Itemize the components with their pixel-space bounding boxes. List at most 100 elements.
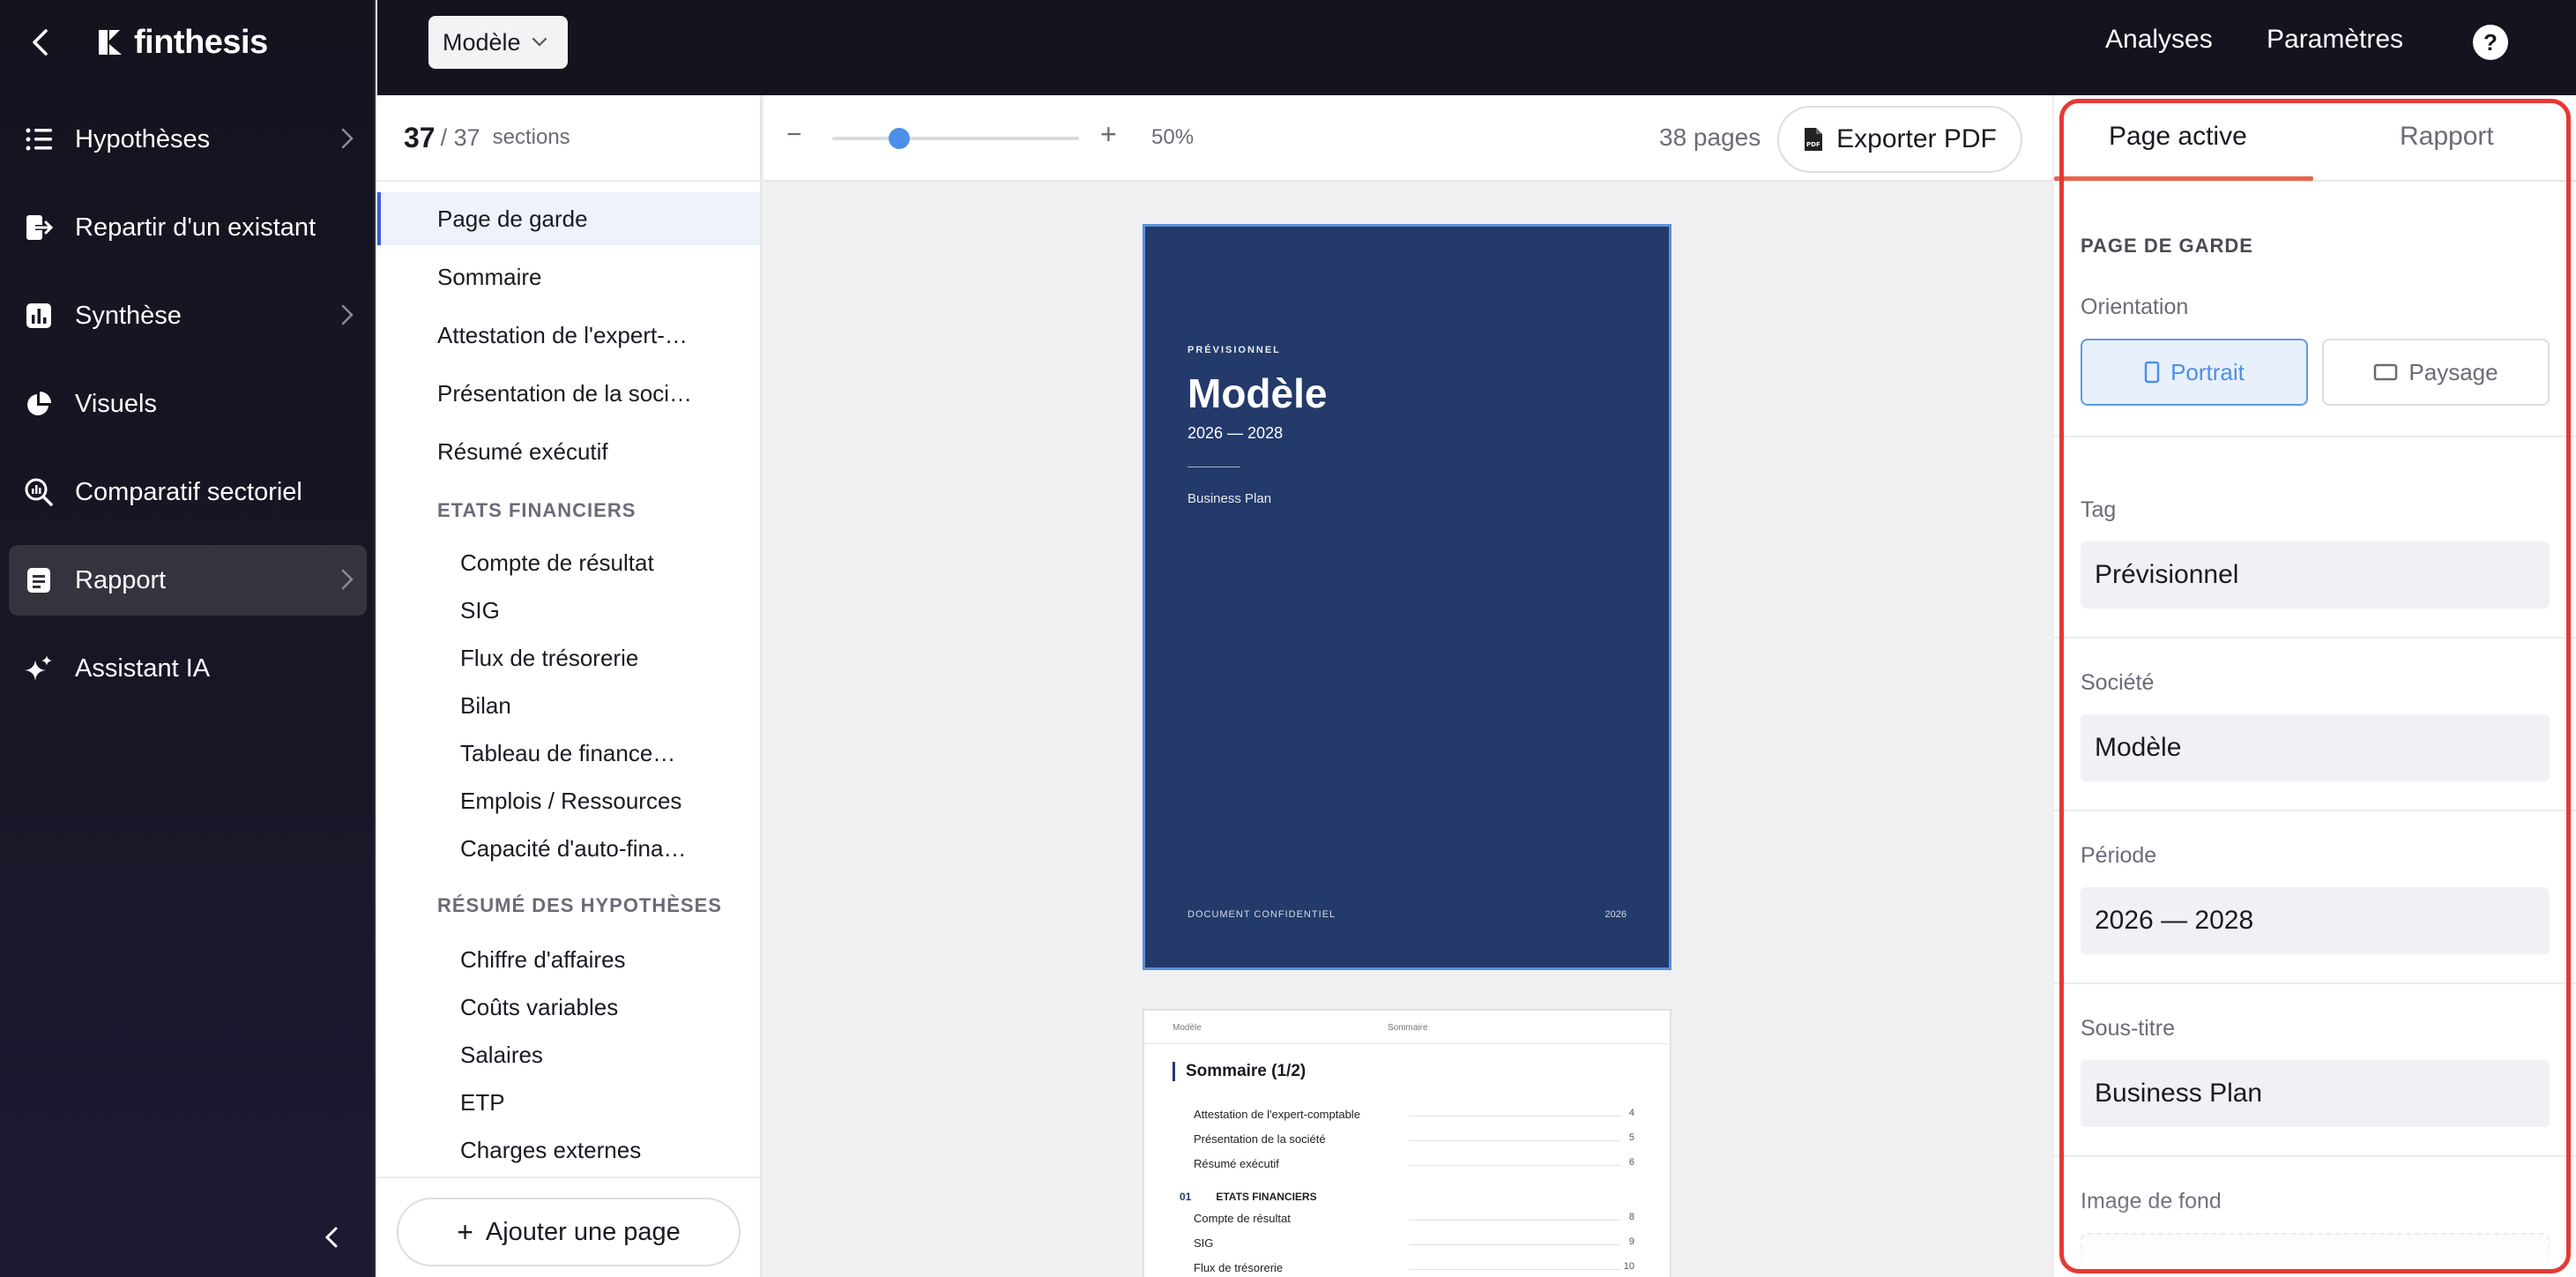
toc-dots bbox=[1409, 1269, 1620, 1270]
toc-dots bbox=[1409, 1220, 1620, 1221]
section-label: Tableau de finance… bbox=[460, 739, 676, 766]
chevron-right-icon bbox=[341, 128, 354, 149]
tag-input[interactable] bbox=[2081, 541, 2550, 609]
section-item-couts-variables[interactable]: Coûts variables bbox=[377, 981, 760, 1034]
chevron-left-icon bbox=[33, 29, 48, 56]
sidebar-item-visuels[interactable]: Visuels bbox=[9, 369, 367, 439]
cover-title: Modèle bbox=[1187, 370, 1328, 416]
toc-header: Modèle Sommaire bbox=[1144, 1011, 1670, 1044]
toc-row: Présentation de la société 5 bbox=[1194, 1132, 1634, 1146]
divider bbox=[2054, 982, 2576, 984]
cover-footer: DOCUMENT CONFIDENTIEL bbox=[1187, 909, 1336, 920]
section-item-tableau-financement[interactable]: Tableau de finance… bbox=[377, 727, 760, 780]
section-item-sig[interactable]: SIG bbox=[377, 584, 760, 637]
section-heading: PAGE DE GARDE bbox=[2081, 235, 2253, 257]
topbar: Modèle Analyses Paramètres ? bbox=[377, 0, 2576, 95]
section-item-attestation[interactable]: Attestation de l'expert-… bbox=[377, 309, 760, 362]
section-item-etp[interactable]: ETP bbox=[377, 1076, 760, 1129]
section-item-resume-executif[interactable]: Résumé exécutif bbox=[377, 425, 760, 478]
section-item-presentation[interactable]: Présentation de la soci… bbox=[377, 367, 760, 420]
app-logo[interactable]: finthesis bbox=[97, 24, 268, 62]
section-item-compte-de-resultat[interactable]: Compte de résultat bbox=[377, 536, 760, 589]
sidebar-item-comparatif[interactable]: Comparatif sectoriel bbox=[9, 457, 367, 527]
section-label: Salaires bbox=[460, 1041, 543, 1068]
plus-icon: + bbox=[457, 1215, 473, 1248]
divider bbox=[2054, 637, 2576, 638]
cover-period: 2026 — 2028 bbox=[1187, 424, 1284, 442]
zoom-value: 50% bbox=[1151, 125, 1195, 149]
section-item-sommaire[interactable]: Sommaire bbox=[377, 250, 760, 303]
cover-page-preview[interactable]: PRÉVISIONNEL Modèle 2026 — 2028 Business… bbox=[1143, 224, 1671, 970]
zoom-in-button[interactable]: + bbox=[1100, 118, 1117, 151]
sidebar-item-label: Rapport bbox=[75, 565, 167, 594]
toc-row-page: 8 bbox=[1628, 1212, 1634, 1222]
sections-footer: + Ajouter une page bbox=[377, 1176, 760, 1277]
section-item-emplois-ressources[interactable]: Emplois / Ressources bbox=[377, 774, 760, 827]
sidebar-item-hypotheses[interactable]: Hypothèses bbox=[9, 104, 367, 175]
section-item-page-de-garde[interactable]: Page de garde bbox=[377, 192, 760, 245]
tab-underline bbox=[2054, 176, 2313, 181]
toc-row: Flux de trésorerie 10 bbox=[1194, 1261, 1634, 1274]
settings-link[interactable]: Paramètres bbox=[2267, 25, 2403, 55]
preview-area[interactable]: PRÉVISIONNEL Modèle 2026 — 2028 Business… bbox=[763, 183, 2052, 1277]
cover-tag: PRÉVISIONNEL bbox=[1187, 345, 1281, 355]
section-label: Sommaire bbox=[437, 263, 542, 290]
landscape-button[interactable]: Paysage bbox=[2322, 339, 2550, 406]
portrait-button[interactable]: Portrait bbox=[2081, 339, 2308, 406]
soustitre-input[interactable] bbox=[2081, 1060, 2550, 1127]
sidebar-nav: Hypothèses Repartir d'un existant Synthè… bbox=[0, 104, 376, 721]
model-select[interactable]: Modèle bbox=[428, 16, 568, 69]
toc-row-label: Compte de résultat bbox=[1194, 1212, 1291, 1225]
periode-input[interactable] bbox=[2081, 887, 2550, 954]
cover-year: 2026 bbox=[1604, 909, 1627, 920]
section-label: Compte de résultat bbox=[460, 549, 654, 576]
sidebar-item-assistant[interactable]: Assistant IA bbox=[9, 633, 367, 704]
section-item-charges-externes[interactable]: Charges externes bbox=[377, 1124, 760, 1176]
toc-row-page: 6 bbox=[1628, 1157, 1634, 1168]
zoom-slider-thumb[interactable] bbox=[889, 128, 910, 149]
sidebar-item-repartir[interactable]: Repartir d'un existant bbox=[9, 192, 367, 263]
section-label: Charges externes bbox=[460, 1136, 642, 1163]
search-chart-icon bbox=[16, 469, 62, 515]
sidebar-item-label: Hypothèses bbox=[75, 124, 211, 153]
societe-input[interactable] bbox=[2081, 714, 2550, 781]
document-icon bbox=[16, 557, 62, 603]
cover-subtitle: Business Plan bbox=[1187, 491, 1272, 506]
tag-label: Tag bbox=[2081, 497, 2117, 522]
export-pdf-button[interactable]: PDF Exporter PDF bbox=[1777, 106, 2022, 173]
help-button[interactable]: ? bbox=[2473, 25, 2508, 60]
zoom-slider-track[interactable] bbox=[832, 137, 1079, 140]
collapse-sidebar-button[interactable] bbox=[314, 1215, 349, 1259]
toc-row-label: Attestation de l'expert-comptable bbox=[1194, 1108, 1360, 1121]
sidebar-item-label: Repartir d'un existant bbox=[75, 213, 316, 242]
section-item-capacite-autofinancement[interactable]: Capacité d'auto-fina… bbox=[377, 822, 760, 875]
tab-rapport[interactable]: Rapport bbox=[2400, 122, 2494, 152]
logo-text: finthesis bbox=[134, 23, 268, 61]
sidebar-item-rapport[interactable]: Rapport bbox=[9, 545, 367, 616]
toc-row: SIG 9 bbox=[1194, 1236, 1634, 1250]
properties-tabs: Page active Rapport bbox=[2054, 95, 2576, 182]
sections-list: Page de garde Sommaire Attestation de l'… bbox=[377, 182, 760, 1265]
bar-chart-icon bbox=[16, 293, 62, 339]
sidebar-item-synthese[interactable]: Synthèse bbox=[9, 280, 367, 351]
import-icon bbox=[16, 205, 62, 250]
toc-dots bbox=[1409, 1140, 1620, 1141]
sections-header: 37 / 37 sections bbox=[377, 95, 760, 182]
toc-row-label: SIG bbox=[1194, 1236, 1214, 1250]
section-item-bilan[interactable]: Bilan bbox=[377, 679, 760, 732]
section-item-chiffre-affaires[interactable]: Chiffre d'affaires bbox=[377, 933, 760, 986]
landscape-icon bbox=[2374, 363, 2398, 381]
analyses-link[interactable]: Analyses bbox=[2105, 25, 2213, 55]
sparkle-icon bbox=[16, 646, 62, 691]
section-label: Résumé exécutif bbox=[437, 437, 608, 465]
zoom-out-button[interactable]: − bbox=[786, 120, 802, 150]
section-item-flux-tresorerie[interactable]: Flux de trésorerie bbox=[377, 631, 760, 684]
back-button[interactable] bbox=[14, 16, 67, 69]
toc-page-preview[interactable]: Modèle Sommaire Sommaire (1/2) Attestati… bbox=[1143, 1009, 1671, 1277]
tab-page-active[interactable]: Page active bbox=[2109, 122, 2247, 152]
section-label: Coûts variables bbox=[460, 993, 619, 1020]
add-page-button[interactable]: + Ajouter une page bbox=[397, 1198, 741, 1266]
chevron-down-icon bbox=[532, 37, 547, 47]
section-item-salaires[interactable]: Salaires bbox=[377, 1028, 760, 1081]
section-label: Attestation de l'expert-… bbox=[437, 321, 688, 348]
